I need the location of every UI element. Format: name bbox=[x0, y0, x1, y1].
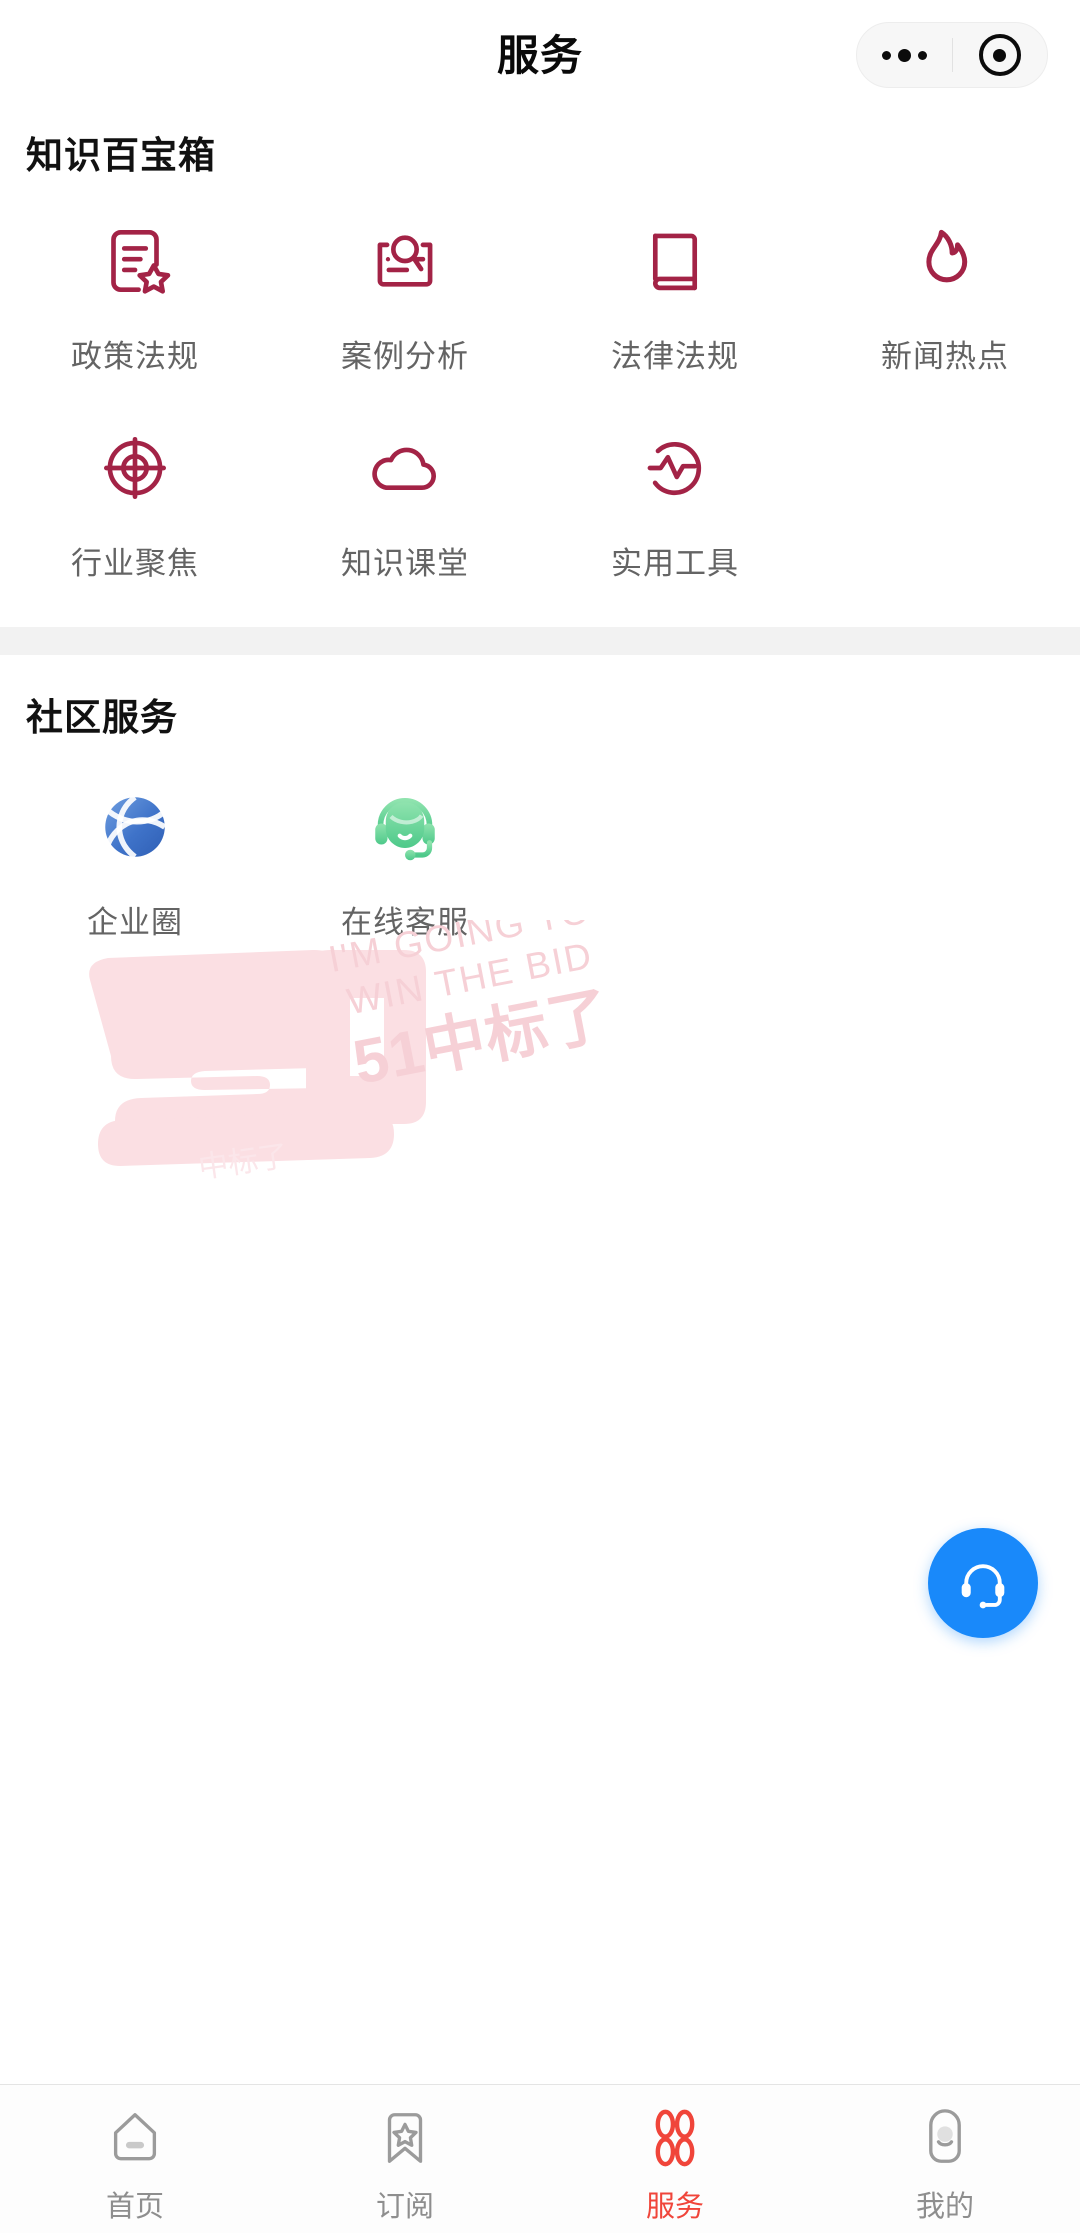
crosshair-target-icon bbox=[87, 420, 183, 516]
target-circle-icon bbox=[978, 34, 1021, 76]
user-profile-icon bbox=[914, 2099, 976, 2177]
grid-item-online-support[interactable]: 在线客服 bbox=[270, 779, 540, 942]
grid-item-practical-tools[interactable]: 实用工具 bbox=[540, 420, 810, 583]
more-dots-icon bbox=[881, 48, 927, 62]
grid-item-case-analysis[interactable]: 案例分析 bbox=[270, 213, 540, 376]
grid-item-placeholder bbox=[540, 779, 810, 942]
svg-text:中标了: 中标了 bbox=[196, 1140, 290, 1185]
blue-sphere-icon bbox=[87, 779, 183, 875]
svg-text:51中标了: 51中标了 bbox=[348, 981, 616, 1098]
home-icon bbox=[104, 2099, 166, 2177]
grid-item-label: 知识课堂 bbox=[341, 546, 469, 581]
clover-grid-icon bbox=[642, 2099, 708, 2177]
grid-item-placeholder bbox=[810, 420, 1080, 583]
community-grid: 企业圈 在线客服 bbox=[0, 779, 1080, 986]
grid-item-label: 实用工具 bbox=[611, 546, 739, 581]
page-title: 服务 bbox=[496, 32, 583, 79]
wechat-capsule-bar[interactable] bbox=[856, 22, 1048, 88]
knowledge-grid: 政策法规 案例分析 法律法规 新闻热点 行业聚焦 知识课堂 实用工具 bbox=[0, 213, 1080, 627]
section-title-community: 社区服务 bbox=[26, 697, 178, 738]
section-divider bbox=[0, 627, 1080, 655]
customer-service-fab[interactable] bbox=[928, 1528, 1038, 1638]
more-menu-button[interactable] bbox=[857, 23, 952, 87]
grid-item-label: 企业圈 bbox=[87, 905, 183, 940]
grid-item-knowledge-classroom[interactable]: 知识课堂 bbox=[270, 420, 540, 583]
tab-mine[interactable]: 我的 bbox=[810, 2085, 1080, 2233]
section-knowledge-toolbox: 知识百宝箱 政策法规 案例分析 法律法规 新闻热点 行业聚焦 知识课堂 实用工具 bbox=[0, 105, 1080, 627]
grid-item-news-hotspot[interactable]: 新闻热点 bbox=[810, 213, 1080, 376]
grid-item-label: 案例分析 bbox=[341, 339, 469, 374]
grid-item-policy-regulations[interactable]: 政策法规 bbox=[0, 213, 270, 376]
tab-subscription[interactable]: 订阅 bbox=[270, 2085, 540, 2233]
bottom-tabbar: 首页 订阅 服务 我的 bbox=[0, 2084, 1080, 2233]
card-magnifier-icon bbox=[357, 213, 453, 309]
grid-item-label: 行业聚焦 bbox=[71, 546, 199, 581]
grid-item-label: 法律法规 bbox=[611, 339, 739, 374]
tab-label: 我的 bbox=[915, 2191, 974, 2223]
pulse-circle-icon bbox=[627, 420, 723, 516]
tab-label: 订阅 bbox=[375, 2191, 434, 2223]
bookmark-star-icon bbox=[374, 2099, 436, 2177]
section-title-knowledge: 知识百宝箱 bbox=[26, 135, 216, 176]
grid-item-label: 新闻热点 bbox=[881, 339, 1009, 374]
app-header: 服务 bbox=[0, 0, 1080, 105]
document-star-icon bbox=[87, 213, 183, 309]
grid-item-label: 在线客服 bbox=[341, 905, 469, 940]
section-community-service: 社区服务 企业圈 在线客服 bbox=[0, 655, 1080, 986]
grid-item-laws-regulations[interactable]: 法律法规 bbox=[540, 213, 810, 376]
book-icon bbox=[627, 213, 723, 309]
tab-home[interactable]: 首页 bbox=[0, 2085, 270, 2233]
tab-label: 服务 bbox=[645, 2191, 704, 2223]
grid-item-placeholder bbox=[810, 779, 1080, 942]
headset-icon bbox=[961, 1564, 1005, 1609]
flame-icon bbox=[897, 213, 993, 309]
grid-item-label: 政策法规 bbox=[71, 339, 199, 374]
tab-label: 首页 bbox=[105, 2191, 164, 2223]
grid-item-enterprise-circle[interactable]: 企业圈 bbox=[0, 779, 270, 942]
tab-services[interactable]: 服务 bbox=[540, 2085, 810, 2233]
grid-item-industry-focus[interactable]: 行业聚焦 bbox=[0, 420, 270, 583]
cloud-icon bbox=[357, 420, 453, 516]
headset-agent-icon bbox=[357, 779, 453, 875]
close-miniprogram-button[interactable] bbox=[953, 23, 1048, 87]
